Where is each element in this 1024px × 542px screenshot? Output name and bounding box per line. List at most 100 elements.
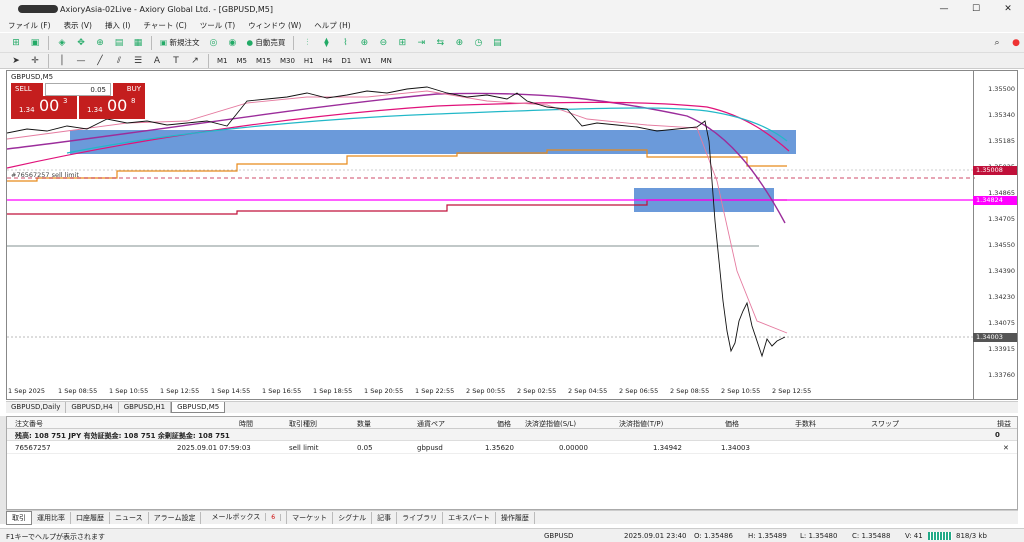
menu-chart[interactable]: チャート (C) xyxy=(143,20,186,31)
tab-h1[interactable]: GBPUSD,H1 xyxy=(119,402,172,413)
time-tick: 1 Sep 18:55 xyxy=(313,387,353,395)
minimize-button[interactable]: — xyxy=(928,0,960,18)
cursor-icon[interactable]: ➤ xyxy=(8,53,24,68)
tab-signals[interactable]: シグナル xyxy=(333,511,373,524)
tab-articles[interactable]: 記事 xyxy=(372,511,398,524)
col-price[interactable]: 価格 xyxy=(497,419,511,429)
line-chart-icon[interactable]: ⌇ xyxy=(337,35,353,50)
meta-editor-icon[interactable]: ◎ xyxy=(205,35,221,50)
time-axis: 1 Sep 2025 1 Sep 08:55 1 Sep 10:55 1 Sep… xyxy=(6,385,974,397)
zoom-in-icon[interactable]: ⊕ xyxy=(356,35,372,50)
col-commission[interactable]: 手数料 xyxy=(795,419,816,429)
col-ticket[interactable]: 注文番号 xyxy=(15,419,43,429)
trendline-icon[interactable]: ╱ xyxy=(92,53,108,68)
search-icon[interactable]: ⌕ xyxy=(989,35,1005,50)
order-row[interactable]: 76567257 2025.09.01 07:59:03 sell limit … xyxy=(7,441,1017,454)
tf-m30[interactable]: M30 xyxy=(277,57,298,65)
new-chart-icon[interactable]: ⊞ xyxy=(8,35,24,50)
fibonacci-icon[interactable]: ☰ xyxy=(130,53,146,68)
text-tool-icon[interactable]: A xyxy=(149,53,165,68)
terminal-icon[interactable]: ▤ xyxy=(111,35,127,50)
menu-window[interactable]: ウィンドウ (W) xyxy=(248,20,301,31)
order-close-icon[interactable]: ✕ xyxy=(1003,444,1009,452)
chart-symbol: GBPUSD,M5 xyxy=(11,73,54,81)
sell-button[interactable]: SELL xyxy=(11,83,43,96)
tf-mn[interactable]: MN xyxy=(378,57,395,65)
col-tp[interactable]: 決済指値(T/P) xyxy=(619,419,663,429)
menu-tools[interactable]: ツール (T) xyxy=(200,20,235,31)
tf-w1[interactable]: W1 xyxy=(357,57,374,65)
zoom-out-icon[interactable]: ⊖ xyxy=(375,35,391,50)
col-volume[interactable]: 数量 xyxy=(357,419,371,429)
drawing-toolbar: ➤ ✛ │ — ╱ ⫽ ☰ A T ↗ M1 M5 M15 M30 H1 H4 … xyxy=(0,53,1024,69)
signals-icon[interactable]: ◉ xyxy=(224,35,240,50)
menu-view[interactable]: 表示 (V) xyxy=(64,20,92,31)
tab-market[interactable]: マーケット xyxy=(287,511,334,524)
tf-h1[interactable]: H1 xyxy=(301,57,317,65)
col-profit[interactable]: 損益 xyxy=(997,419,1011,429)
col-cur-price[interactable]: 価格 xyxy=(725,419,739,429)
auto-trade-button[interactable]: ● 自動売買 xyxy=(243,35,288,50)
tab-experts[interactable]: エキスパート xyxy=(443,511,496,524)
tab-news[interactable]: ニュース xyxy=(110,511,149,524)
menu-file[interactable]: ファイル (F) xyxy=(8,20,51,31)
tab-daily[interactable]: GBPUSD,Daily xyxy=(6,402,67,413)
col-type[interactable]: 取引種別 xyxy=(289,419,317,429)
data-window-icon[interactable]: ✥ xyxy=(73,35,89,50)
tab-trade[interactable]: 取引 xyxy=(6,510,32,525)
chart-shift-icon[interactable]: ⇥ xyxy=(413,35,429,50)
maximize-button[interactable]: ☐ xyxy=(960,0,992,18)
tf-d1[interactable]: D1 xyxy=(338,57,354,65)
col-sl[interactable]: 決済逆指値(S/L) xyxy=(525,419,576,429)
tf-h4[interactable]: H4 xyxy=(320,57,336,65)
vertical-line-icon[interactable]: │ xyxy=(54,53,70,68)
label-tool-icon[interactable]: T xyxy=(168,53,184,68)
tile-windows-icon[interactable]: ⊞ xyxy=(394,35,410,50)
price-chart[interactable]: GBPUSD,M5 #76567257 sell limit SELL 0.05… xyxy=(6,70,1018,400)
order-symbol: gbpusd xyxy=(417,444,443,452)
tf-m5[interactable]: M5 xyxy=(234,57,251,65)
tab-m5[interactable]: GBPUSD,M5 xyxy=(171,402,226,413)
buy-quote[interactable]: 1.34 00 8 xyxy=(79,96,145,119)
notifications-icon[interactable]: ● xyxy=(1008,35,1024,50)
close-button[interactable]: ✕ xyxy=(992,0,1024,18)
indicators-icon[interactable]: ⊕ xyxy=(451,35,467,50)
order-price: 1.35620 xyxy=(485,444,514,452)
menu-help[interactable]: ヘルプ (H) xyxy=(314,20,350,31)
market-watch-icon[interactable]: ◈ xyxy=(54,35,70,50)
candle-chart-icon[interactable]: ⧫ xyxy=(318,35,334,50)
new-order-button[interactable]: ▣ 新規注文 xyxy=(157,35,202,50)
sell-quote[interactable]: 1.34 00 3 xyxy=(11,96,77,119)
profiles-icon[interactable]: ▣ xyxy=(27,35,43,50)
price-tick: 1.34230 xyxy=(988,293,1015,301)
autoscroll-icon[interactable]: ⇆ xyxy=(432,35,448,50)
tab-alerts[interactable]: アラーム設定 xyxy=(149,511,202,524)
bar-chart-icon[interactable]: ⫶ xyxy=(299,35,315,50)
col-symbol[interactable]: 通貨ペア xyxy=(417,419,445,429)
tf-m15[interactable]: M15 xyxy=(253,57,274,65)
balance-row: 残高: 108 751 JPY 有効証拠金: 108 751 余剰証拠金: 10… xyxy=(7,429,1017,441)
col-time[interactable]: 時間 xyxy=(239,419,253,429)
tab-mailbox[interactable]: メールボックス 6 xyxy=(201,511,288,524)
time-tick: 1 Sep 16:55 xyxy=(262,387,302,395)
time-tick: 2 Sep 08:55 xyxy=(670,387,710,395)
horizontal-line-icon[interactable]: — xyxy=(73,53,89,68)
buy-button[interactable]: BUY xyxy=(113,83,145,96)
tester-icon[interactable]: ▦ xyxy=(130,35,146,50)
tab-exposure[interactable]: 運用比率 xyxy=(32,511,71,524)
tab-journal[interactable]: 操作履歴 xyxy=(496,511,535,524)
col-swap[interactable]: スワップ xyxy=(871,419,899,429)
crosshair-icon[interactable]: ✛ xyxy=(27,53,43,68)
menu-insert[interactable]: 挿入 (I) xyxy=(105,20,130,31)
lot-input[interactable]: 0.05 xyxy=(45,83,111,96)
navigator-icon[interactable]: ⊕ xyxy=(92,35,108,50)
periods-icon[interactable]: ◷ xyxy=(470,35,486,50)
channel-icon[interactable]: ⫽ xyxy=(111,53,127,68)
arrows-icon[interactable]: ↗ xyxy=(187,53,203,68)
tab-history[interactable]: 口座履歴 xyxy=(71,511,110,524)
status-datetime: 2025.09.01 23:40 xyxy=(624,532,687,540)
tab-h4[interactable]: GBPUSD,H4 xyxy=(66,402,119,413)
tf-m1[interactable]: M1 xyxy=(214,57,231,65)
templates-icon[interactable]: ▤ xyxy=(489,35,505,50)
tab-library[interactable]: ライブラリ xyxy=(397,511,444,524)
